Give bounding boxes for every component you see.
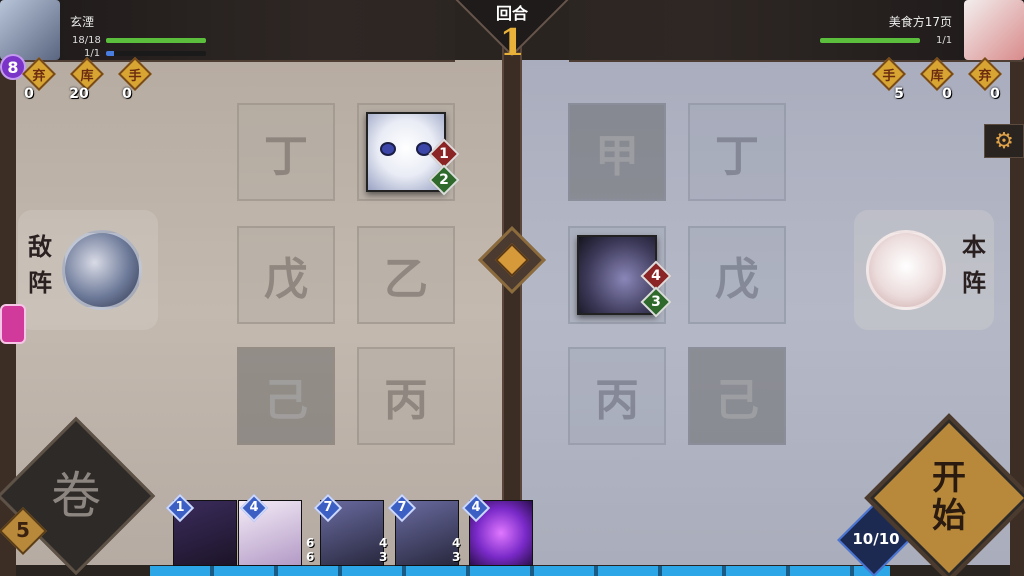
enemy-name: 玄湮 [70,15,95,29]
enemy-side-label-2: 阵 [28,268,52,297]
hand-progress-strip [150,566,890,576]
player-side-label-1: 本 [962,232,986,261]
enemy-top-bar [0,0,455,62]
enemy-cell-bing[interactable]: 丙 [357,347,455,445]
enemy-mana-bar [106,51,206,56]
player-cell-bing[interactable]: 丙 [568,347,666,445]
enemy-avatar[interactable] [0,0,60,60]
player-avatar[interactable] [964,0,1024,60]
player-side-label-2: 阵 [962,268,986,297]
player-cell-ji[interactable]: 己 [688,347,786,445]
hand-card-3-health: 3 [379,550,388,564]
side-trinket-icon[interactable] [0,304,26,344]
gear-icon[interactable]: ⚙ [984,124,1024,158]
enemy-stat-library: 库 20 [69,57,104,104]
deck-glyph: 卷 [50,467,101,525]
player-stat-discard: 弃0 [968,57,1002,104]
enemy-hp-bar [106,38,206,43]
hand-card-4-attack: 4 [452,536,461,550]
cat-eye-left [380,142,396,156]
round-number: 1 [499,22,525,64]
hand-card-4-health: 3 [452,550,461,564]
enemy-hero-portrait[interactable] [62,230,142,310]
enemy-stat-discard: 弃0 [22,57,56,104]
player-cell-jia[interactable]: 甲 [568,103,666,201]
player-stat-hand: 手5 [872,57,906,104]
enemy-side-label-1: 敌 [28,232,52,261]
player-hero-portrait[interactable] [866,230,946,310]
player-hp-text: 1/1 [936,35,953,46]
game-board: 敌 阵 本 阵 丁 戊 乙 己 丙 甲 丁 戊 丙 己 1 2 4 3 [0,0,1024,576]
enemy-cell-wu[interactable]: 戊 [237,226,335,324]
round-indicator: 回合 1 [447,0,577,66]
enemy-cell-ji[interactable]: 己 [237,347,335,445]
player-top-bar [569,0,1024,62]
enemy-cell-ding[interactable]: 丁 [237,103,335,201]
hand-card-2-health: 6 [306,550,315,564]
hand-card-2-attack: 6 [306,536,315,550]
player-hp-bar [820,38,920,43]
enemy-stat-hand: 手0 [118,57,152,104]
round-label: 回合 [495,4,528,23]
deck-count-badge: 5 [0,506,48,556]
enemy-cell-yi[interactable]: 乙 [357,226,455,324]
player-cell-ding[interactable]: 丁 [688,103,786,201]
hand-card-3-attack: 4 [379,536,388,550]
player-name: 美食方17页 [888,15,952,29]
player-stat-library: 库0 [920,57,954,104]
player-cell-wu[interactable]: 戊 [688,226,786,324]
enemy-hp-text: 18/18 [72,35,101,46]
